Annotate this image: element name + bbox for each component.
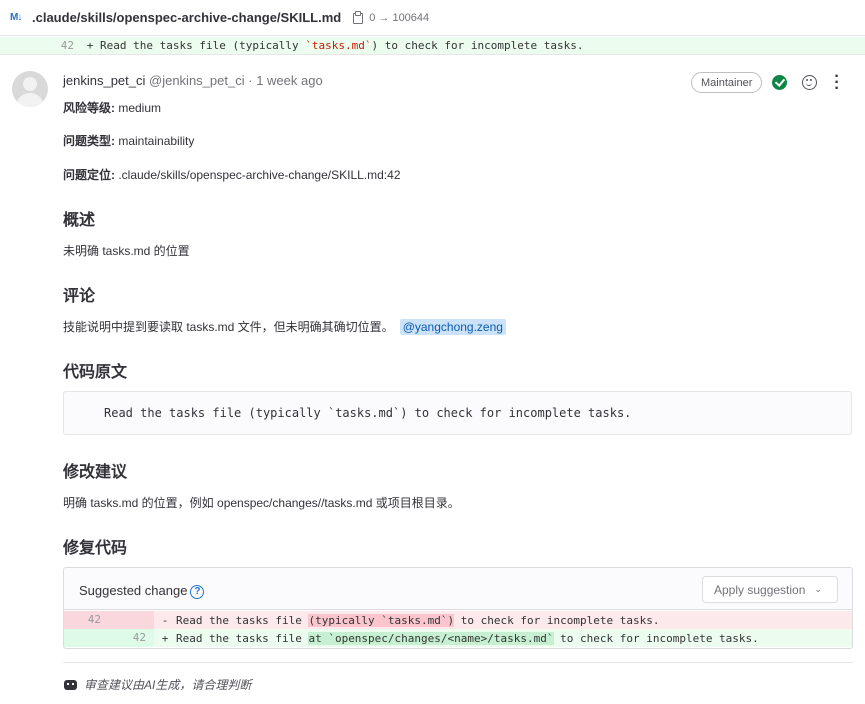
divider — [63, 662, 853, 663]
old-line-number-empty — [64, 629, 109, 647]
help-icon[interactable]: ? — [190, 585, 205, 599]
overview-heading: 概述 — [63, 212, 96, 229]
suggested-change-header: Suggested change? Apply suggestion ⌄ — [64, 568, 852, 610]
bot-icon — [63, 678, 79, 692]
comment-heading: 评论 — [63, 288, 96, 305]
copy-icon[interactable] — [351, 11, 364, 24]
fix-code-heading: 修复代码 — [63, 540, 128, 557]
old-line-number: 42 — [64, 611, 109, 629]
apply-suggestion-button[interactable]: Apply suggestion ⌄ — [702, 576, 838, 603]
role-badge: Maintainer — [691, 72, 763, 93]
diff-sign: + — [86, 39, 94, 52]
diff-line-added: 42 + Read the tasks file (typically `tas… — [0, 37, 865, 55]
resolved-check-icon[interactable] — [772, 75, 787, 90]
new-line-number: 42 — [109, 629, 154, 647]
suggestion-removed-line: 42 - Read the tasks file (typically `tas… — [64, 611, 852, 629]
emoji-icon[interactable] — [802, 75, 817, 90]
line-number[interactable]: 42 — [0, 39, 80, 52]
diff-sign: + — [161, 631, 169, 645]
original-code-heading: 代码原文 — [63, 364, 128, 381]
author-name[interactable]: jenkins_pet_ci — [63, 73, 145, 88]
author-username[interactable]: @jenkins_pet_ci — [149, 73, 245, 88]
file-header: M↓ .claude/skills/openspec-archive-chang… — [0, 0, 865, 36]
original-code-block: Read the tasks file (typically `tasks.md… — [63, 391, 852, 435]
comment-text: 技能说明中提到要读取 tasks.md 文件，但未明确其确切位置。 @yangch… — [63, 318, 506, 335]
file-mode-change: 0 → 100644 — [369, 11, 430, 24]
disclaimer-text: 审查建议由AI生成，请合理判断 — [84, 678, 252, 692]
diff-code: Read the tasks file at `openspec/changes… — [176, 631, 759, 645]
new-line-number-empty — [109, 611, 154, 629]
issue-location: 问题定位: .claude/skills/openspec-archive-ch… — [63, 168, 401, 182]
separator: · — [248, 73, 253, 88]
file-md-icon: M↓ — [10, 12, 22, 23]
issue-type: 问题类型: maintainability — [63, 134, 195, 148]
suggestion-added-line: 42 + Read the tasks file at `openspec/ch… — [64, 629, 852, 647]
overview-text: 未明确 tasks.md 的位置 — [63, 244, 190, 258]
more-vertical-icon[interactable]: · · · — [834, 69, 840, 97]
suggestion-heading: 修改建议 — [63, 464, 128, 481]
ai-disclaimer: 审查建议由AI生成，请合理判断 — [63, 676, 251, 693]
diff-code: Read the tasks file (typically `tasks.md… — [100, 39, 584, 52]
suggested-change-title: Suggested change? — [79, 583, 205, 599]
note-header: jenkins_pet_ci @jenkins_pet_ci · 1 week … — [63, 73, 323, 88]
suggested-change-box: Suggested change? Apply suggestion ⌄ 42 -… — [63, 567, 853, 649]
suggestion-text: 明确 tasks.md 的位置，例如 openspec/changes//tas… — [63, 496, 460, 510]
chevron-down-icon: ⌄ — [814, 584, 822, 594]
file-path[interactable]: .claude/skills/openspec-archive-change/S… — [32, 10, 341, 25]
diff-sign: - — [161, 613, 169, 627]
note-time[interactable]: 1 week ago — [256, 73, 323, 88]
risk-level: 风险等级: medium — [63, 101, 162, 115]
avatar[interactable] — [12, 71, 48, 107]
user-mention[interactable]: @yangchong.zeng — [399, 319, 506, 335]
diff-code: Read the tasks file (typically `tasks.md… — [176, 613, 660, 627]
